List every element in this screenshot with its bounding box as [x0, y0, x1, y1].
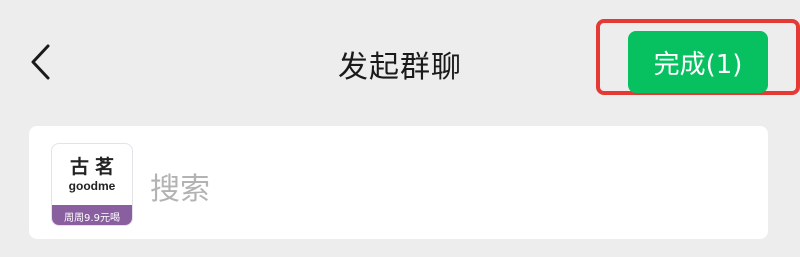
search-bar[interactable]: 古茗 goodme 周周9.9元喝 搜索 — [29, 126, 768, 239]
search-input[interactable]: 搜索 — [150, 164, 210, 208]
logo-promo-band: 周周9.9元喝 — [52, 205, 132, 225]
selected-contact-avatar[interactable]: 古茗 goodme 周周9.9元喝 — [51, 143, 133, 226]
logo-title-cn: 古茗 — [69, 155, 120, 178]
logo-title-en: goodme — [68, 178, 116, 193]
goodme-logo: 古茗 goodme — [52, 144, 132, 205]
done-button[interactable]: 完成(1) — [628, 31, 768, 93]
